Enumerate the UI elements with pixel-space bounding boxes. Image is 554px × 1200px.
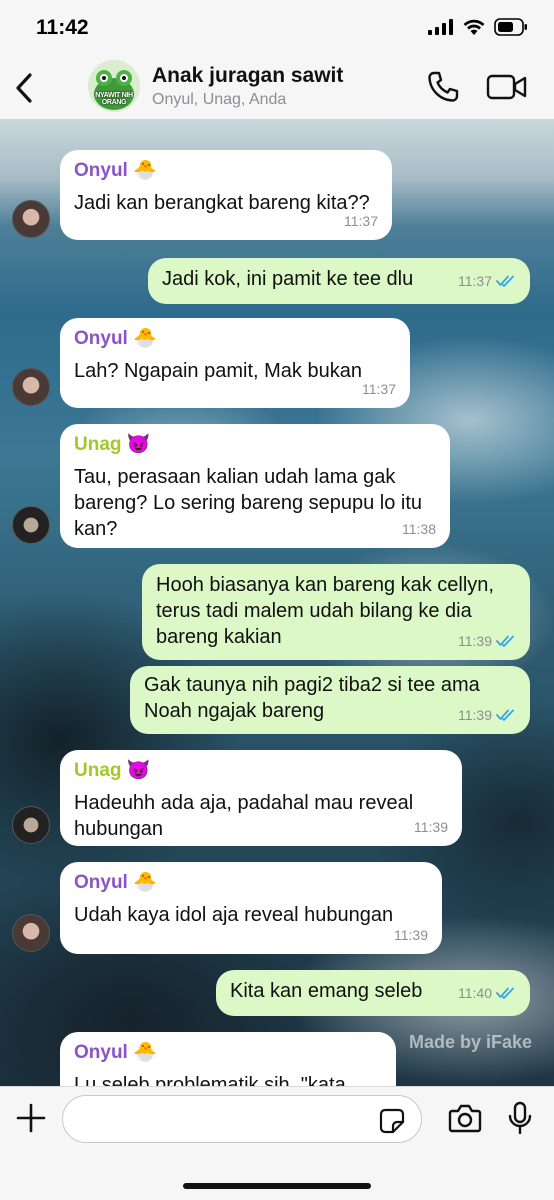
message-meta: 11:37 <box>458 268 516 294</box>
chick-emoji-icon: 🐣 <box>133 1042 157 1063</box>
message-time: 11:39 <box>458 633 492 649</box>
message-bubble[interactable]: Kita kan emang seleb 11:40 <box>216 970 530 1016</box>
message-bubble[interactable]: Onyul 🐣 Jadi kan berangkat bareng kita??… <box>60 150 392 240</box>
sender-name: Onyul 🐣 <box>74 872 157 893</box>
sender-name: Onyul 🐣 <box>74 160 157 181</box>
home-indicator <box>183 1183 371 1189</box>
message-text: Jadi kan berangkat bareng kita?? <box>74 192 370 214</box>
watermark: Made by iFake <box>408 1032 532 1052</box>
group-avatar[interactable]: NYAWIT NIH ORANG <box>88 60 140 112</box>
sender-name: Onyul 🐣 <box>74 328 157 349</box>
message-meta: 11:39 <box>458 628 516 654</box>
video-call-button[interactable] <box>486 72 528 102</box>
chick-emoji-icon: 🐣 <box>133 328 157 349</box>
onyul-avatar[interactable] <box>12 368 50 406</box>
message-meta: 11:37 <box>344 208 378 234</box>
chevron-left-icon <box>16 73 32 103</box>
attach-button[interactable] <box>16 1103 46 1133</box>
battery-icon <box>494 18 527 36</box>
group-title[interactable]: Anak juragan sawit <box>152 64 343 88</box>
message-bubble[interactable]: Unag 😈 Hadeuhh ada aja, padahal mau reve… <box>60 750 462 846</box>
camera-button[interactable] <box>448 1103 482 1133</box>
message-bubble[interactable]: Jadi kok, ini pamit ke tee dlu 11:37 <box>148 258 530 304</box>
sender-name: Unag 😈 <box>74 434 151 455</box>
wifi-icon <box>463 19 485 35</box>
message-time: 11:37 <box>344 213 378 229</box>
message-bubble[interactable]: Onyul 🐣 Lah? Ngapain pamit, Mak bukan 11… <box>60 318 410 408</box>
message-bubble[interactable]: Gak taunya nih pagi2 tiba2 si tee ama No… <box>130 666 530 734</box>
message-time: 11:39 <box>458 707 492 723</box>
status-time: 11:42 <box>36 16 89 39</box>
chat-area[interactable]: Onyul 🐣 Jadi kan berangkat bareng kita??… <box>0 120 554 1086</box>
unag-avatar[interactable] <box>12 806 50 844</box>
chick-emoji-icon: 🐣 <box>133 160 157 181</box>
message-time: 11:39 <box>414 819 448 835</box>
chick-emoji-icon: 🐣 <box>133 872 157 893</box>
message-meta: 11:40 <box>458 980 516 1006</box>
phone-icon <box>428 71 459 102</box>
status-bar: 11:42 <box>0 0 554 58</box>
microphone-button[interactable] <box>506 1101 534 1135</box>
message-input[interactable] <box>62 1095 422 1143</box>
message-bubble[interactable]: Hooh biasanya kan bareng kak cellyn, ter… <box>142 564 530 660</box>
message-text: Hadeuhh ada aja, padahal mau reveal hubu… <box>74 792 414 840</box>
status-icons <box>428 18 528 36</box>
devil-emoji-icon: 😈 <box>126 760 151 781</box>
message-meta: 11:39 <box>394 922 428 948</box>
message-meta: 11:37 <box>362 376 396 402</box>
message-time: 11:38 <box>402 521 436 537</box>
microphone-icon <box>508 1101 532 1135</box>
onyul-avatar[interactable] <box>12 200 50 238</box>
message-meta: 11:38 <box>402 516 436 542</box>
group-members[interactable]: Onyul, Unag, Anda <box>152 91 286 109</box>
message-text: Udah kaya idol aja reveal hubungan <box>74 904 394 926</box>
video-camera-icon <box>486 74 527 100</box>
message-meta: 11:39 <box>458 702 516 728</box>
message-meta: 11:39 <box>414 814 448 840</box>
message-time: 11:40 <box>458 985 492 1001</box>
sticker-button[interactable] <box>379 1108 405 1134</box>
sticker-icon <box>379 1108 405 1134</box>
double-check-icon <box>496 987 514 999</box>
message-text: Tau, perasaan kalian udah lama gak baren… <box>74 466 423 540</box>
message-time: 11:37 <box>362 381 396 397</box>
onyul-avatar[interactable] <box>12 914 50 952</box>
group-avatar-text: NYAWIT NIH ORANG <box>95 92 133 106</box>
devil-emoji-icon: 😈 <box>126 434 151 455</box>
plus-icon <box>16 1103 46 1133</box>
message-text: Lu seleb problematik sih, "kata <box>74 1074 346 1086</box>
double-check-icon <box>496 709 514 721</box>
message-bubble[interactable]: Unag 😈 Tau, perasaan kalian udah lama ga… <box>60 424 450 548</box>
message-text: Lah? Ngapain pamit, Mak bukan <box>74 360 362 382</box>
voice-call-button[interactable] <box>426 70 460 104</box>
message-time: 11:39 <box>394 927 428 943</box>
sender-name: Onyul 🐣 <box>74 1042 157 1063</box>
unag-avatar[interactable] <box>12 506 50 544</box>
back-button[interactable] <box>10 70 38 106</box>
camera-icon <box>448 1104 482 1133</box>
double-check-icon <box>496 275 514 287</box>
composer-bar <box>0 1086 554 1200</box>
message-bubble[interactable]: Onyul 🐣 Lu seleb problematik sih, "kata <box>60 1032 396 1086</box>
sender-name: Unag 😈 <box>74 760 151 781</box>
message-bubble[interactable]: Onyul 🐣 Udah kaya idol aja reveal hubung… <box>60 862 442 954</box>
double-check-icon <box>496 635 514 647</box>
signal-icon <box>428 19 453 35</box>
chat-header: NYAWIT NIH ORANG Anak juragan sawit Onyu… <box>0 58 554 120</box>
message-time: 11:37 <box>458 273 492 289</box>
